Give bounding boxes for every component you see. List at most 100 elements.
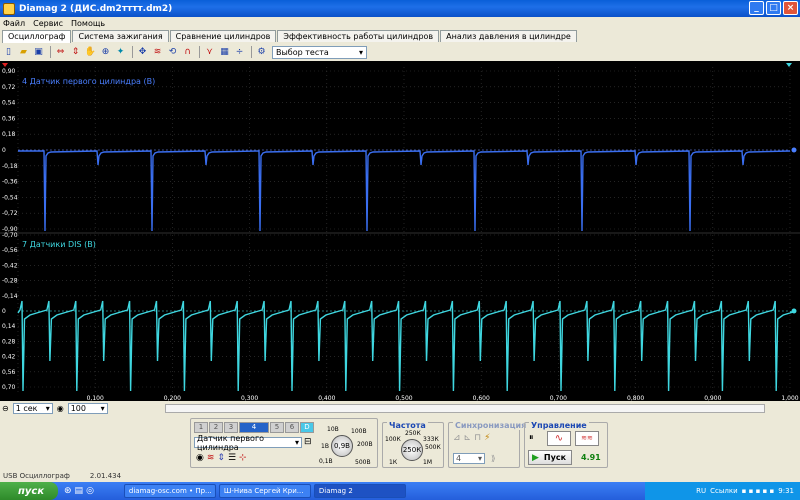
quick-launch-icon[interactable]: ▤	[75, 486, 84, 496]
settings-icon[interactable]: ⚙	[255, 46, 268, 59]
channel-1-button[interactable]: 1	[194, 422, 208, 433]
sync-channel-select[interactable]: 4 ▾	[453, 453, 485, 464]
time-scrollbar[interactable]	[165, 404, 765, 413]
offset-icon[interactable]: ⊹	[239, 453, 247, 463]
voltage-knob[interactable]: 0,9В	[331, 435, 353, 457]
zoom-select[interactable]: 100 ▾	[67, 402, 108, 414]
tab-pressure-analysis[interactable]: Анализ давления в цилиндре	[440, 30, 577, 42]
channel2-y-tick: -0,28	[2, 278, 18, 285]
sensor-select[interactable]: Датчик первого цилиндра ▾	[194, 434, 302, 452]
start-button[interactable]: ▶ Пуск	[528, 450, 572, 465]
channel1-zero-marker-icon[interactable]	[791, 147, 797, 153]
cursor-icon[interactable]: ✥	[136, 46, 149, 59]
channel-5-button[interactable]: 5	[270, 422, 284, 433]
channel-4-button[interactable]: 4	[239, 422, 269, 433]
split-icon[interactable]: ÷	[233, 46, 246, 59]
tab-cylinder-efficiency[interactable]: Эффективность работы цилиндров	[277, 30, 440, 42]
channel1-y-tick: 0,72	[2, 84, 16, 91]
magnet-icon[interactable]: ∩	[181, 46, 194, 59]
start-label: пуск	[18, 485, 45, 497]
horizontal-stretch-icon[interactable]: ⇔	[54, 46, 67, 59]
maximize-button[interactable]: □	[766, 1, 781, 15]
x-tick-label: 0,400	[318, 395, 335, 401]
channel2-y-tick: 0,70	[2, 384, 16, 391]
menu-file[interactable]: Файл	[3, 19, 25, 28]
filter-icon[interactable]: ⋎	[203, 46, 216, 59]
zoom-icon[interactable]: ⊕	[99, 46, 112, 59]
sync-fall-icon[interactable]: ⊾	[464, 433, 472, 443]
menu-service[interactable]: Сервис	[33, 19, 63, 28]
tab-oscilloscope[interactable]: Осциллограф	[2, 30, 72, 43]
channel-3-button[interactable]: 3	[224, 422, 238, 433]
channel2-trace	[17, 300, 794, 392]
save-icon[interactable]: ▣	[32, 46, 45, 59]
table-icon[interactable]: ▦	[218, 46, 231, 59]
minimize-button[interactable]: _	[749, 1, 764, 15]
channel1-y-tick: -0,54	[2, 194, 18, 201]
taskbar: пуск ⊛ ▤ ◎ diamag-osc.com • Пр... Ш-Нива…	[0, 482, 800, 500]
sync-auto-icon[interactable]: ⚡	[484, 433, 490, 443]
channel2-zero-marker-icon[interactable]	[791, 308, 797, 314]
tab-cylinder-compare[interactable]: Сравнение цилиндров	[169, 30, 277, 42]
zoom-knob-icon: ◉	[56, 403, 64, 413]
timescale-select[interactable]: 1 сек ▾	[12, 402, 53, 414]
channel1-y-tick: -0,18	[2, 163, 18, 170]
new-file-icon[interactable]: ▯	[2, 46, 15, 59]
links-label[interactable]: Ссылки	[710, 487, 738, 495]
invert-icon[interactable]: ⇕	[217, 453, 225, 463]
channel2-label: 7 Датчики DIS (В)	[22, 240, 96, 249]
window-title: Diamag 2 (ДИС.dm2тттт.dm2)	[19, 3, 173, 14]
vertical-stretch-icon[interactable]: ⇕	[69, 46, 82, 59]
marker-icon[interactable]: ✦	[114, 46, 127, 59]
hand-tool-icon[interactable]: ✋	[84, 46, 97, 59]
channel-group: 1 2 3 4 5 6 D Датчик первого цилиндра ▾ ⊟…	[190, 418, 378, 468]
sync-pulse-icon[interactable]: ⊓	[474, 433, 481, 443]
sine-wave-icon[interactable]: ∿	[547, 431, 571, 446]
x-tick-label: 0,900	[704, 395, 721, 401]
freq-knob-label: 1К	[389, 459, 398, 466]
channel1-y-tick: 0,54	[2, 100, 16, 107]
start-button[interactable]: пуск	[0, 482, 58, 500]
zoom-value: 100	[70, 403, 86, 413]
pause-icon[interactable]: ⏸	[529, 433, 543, 445]
voltage-knob-label: 1В	[321, 443, 329, 450]
menu-help[interactable]: Помощь	[71, 19, 105, 28]
channel1-y-tick: -0,72	[2, 210, 18, 217]
probe-icon[interactable]: ⊟	[304, 437, 312, 447]
menu-bar: Файл Сервис Помощь	[0, 17, 800, 29]
channel-2-button[interactable]: 2	[209, 422, 223, 433]
taskbar-item[interactable]: Ш-Нива Сергей Кри...	[218, 484, 311, 498]
overlay-icon[interactable]: ≋	[151, 46, 164, 59]
tab-ignition[interactable]: Система зажигания	[72, 30, 169, 42]
language-indicator[interactable]: RU	[696, 487, 706, 495]
channel2-y-tick: -0,56	[2, 247, 18, 254]
voltage-knob-label: 200В	[357, 441, 373, 448]
channel2-y-tick: -0,14	[2, 293, 18, 300]
test-select-dropdown[interactable]: Выбор теста ▾	[272, 45, 367, 59]
timescale-value: 1 сек	[15, 403, 38, 413]
quick-launch-icon[interactable]: ◎	[86, 486, 94, 496]
scope-svg: 4 Датчик первого цилиндра (В) 7 Датчики …	[0, 63, 800, 401]
oscilloscope-display[interactable]: 4 Датчик первого цилиндра (В) 7 Датчики …	[0, 61, 800, 401]
x-tick-label: 0,500	[395, 395, 412, 401]
voltage-knob-label: 100В	[351, 428, 367, 435]
signal-icon[interactable]: ≋	[207, 453, 215, 463]
taskbar-item[interactable]: Diamag 2	[313, 484, 406, 498]
freq-knob-label: 100К	[385, 436, 401, 443]
eye-icon[interactable]: ◉	[196, 453, 204, 463]
channel-6-button[interactable]: 6	[285, 422, 299, 433]
lines-icon[interactable]: ☰	[228, 453, 236, 463]
channel-d-button[interactable]: D	[300, 422, 314, 433]
sync-step-icon[interactable]: ⟫	[491, 454, 495, 463]
left-marker-icon[interactable]	[2, 63, 8, 67]
version-text: 2.01.434	[89, 472, 122, 480]
quick-launch-icon[interactable]: ⊛	[64, 486, 72, 496]
open-folder-icon[interactable]: ▰	[17, 46, 30, 59]
taskbar-item[interactable]: diamag-osc.com • Пр...	[123, 484, 216, 498]
right-marker-icon[interactable]	[786, 63, 792, 67]
close-button[interactable]: ×	[783, 1, 798, 15]
sync-rise-icon[interactable]: ⊿	[453, 433, 461, 443]
sync-icon[interactable]: ⟲	[166, 46, 179, 59]
frequency-knob[interactable]: 250К	[401, 439, 423, 461]
noise-wave-icon[interactable]: ≋≋	[575, 431, 599, 446]
